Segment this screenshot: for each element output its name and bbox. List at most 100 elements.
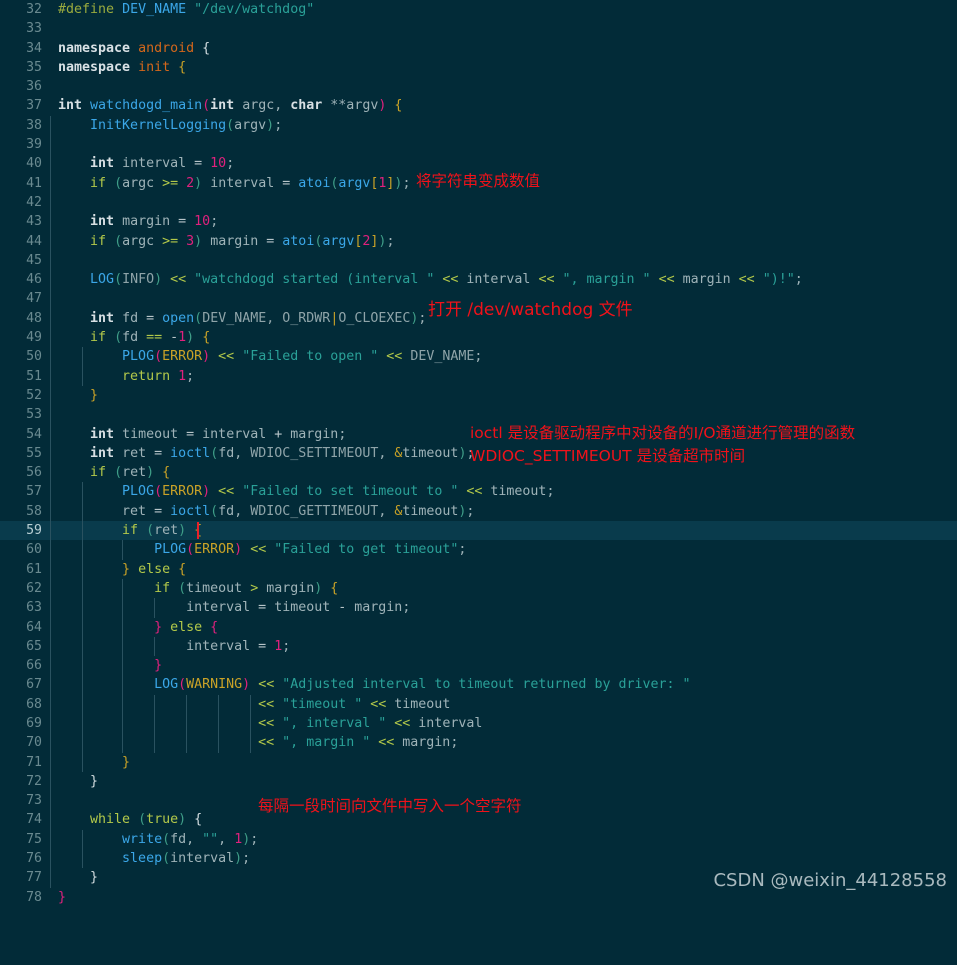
line-content: if (argc >= 2) interval = atoi(argv[1]); (90, 175, 411, 191)
code-line[interactable]: 64 } else { (0, 617, 957, 637)
line-content: InitKernelLogging(argv); (90, 117, 283, 133)
code-line[interactable]: 63 interval = timeout - margin; (0, 598, 957, 618)
line-number: 46 (26, 272, 42, 288)
code-line[interactable]: 42 (0, 192, 957, 213)
line-content: } else { (154, 619, 219, 635)
code-line[interactable]: 40 int interval = 10; (0, 154, 957, 174)
code-line[interactable]: 70 << ", margin " << margin; (0, 733, 957, 753)
code-line[interactable]: 45 (0, 250, 957, 271)
line-content: int timeout = interval + margin; (90, 426, 347, 442)
line-content: << "timeout " << timeout (258, 696, 451, 712)
line-content: LOG(INFO) << "watchdogd started (interva… (90, 272, 803, 288)
line-content: LOG(WARNING) << "Adjusted interval to ti… (154, 677, 691, 693)
line-number: 41 (26, 175, 42, 191)
code-line[interactable]: 65 interval = 1; (0, 636, 957, 657)
code-line[interactable]: 53 (0, 405, 957, 425)
line-content: PLOG(ERROR) << "Failed to set timeout to… (122, 484, 555, 500)
code-line[interactable]: 34 namespace android { (0, 39, 957, 58)
line-content: if (timeout > margin) { (154, 580, 339, 596)
code-line[interactable]: 57 PLOG(ERROR) << "Failed to set timeout… (0, 482, 957, 502)
line-content: } (90, 773, 99, 789)
line-number: 74 (26, 812, 42, 828)
code-line[interactable]: 32 #define DEV_NAME "/dev/watchdog" (0, 0, 957, 19)
line-number: 32 (26, 2, 42, 17)
line-content: << ", interval " << interval (258, 715, 483, 731)
csdn-watermark: CSDN @weixin_44128558 (713, 870, 947, 891)
line-content: interval = 1; (186, 638, 291, 654)
line-number: 71 (26, 754, 42, 770)
line-number: 42 (26, 194, 42, 210)
line-number: 51 (26, 368, 42, 384)
line-content: int watchdogd_main(int argc, char **argv… (58, 98, 403, 114)
code-line[interactable]: 37 int watchdogd_main(int argc, char **a… (0, 96, 957, 115)
line-number: 47 (26, 291, 42, 307)
code-line[interactable]: 72 } (0, 771, 957, 792)
code-line[interactable]: 68 << "timeout " << timeout (0, 694, 957, 714)
line-content: if (ret) { (90, 465, 171, 481)
line-number: 72 (26, 773, 42, 789)
line-number: 60 (26, 542, 42, 558)
line-number: 69 (26, 715, 42, 731)
code-line[interactable]: 39 (0, 135, 957, 155)
line-number: 68 (26, 696, 42, 712)
line-number: 62 (26, 580, 42, 596)
line-content: if (fd == -1) { (90, 330, 211, 346)
annotation-wdioc-settimeout: WDIOC_SETTIMEOUT 是设备超市时间 (470, 447, 746, 465)
line-content: if (argc >= 3) margin = atoi(argv[2]); (90, 233, 395, 249)
line-number: 44 (26, 233, 42, 249)
line-number: 55 (26, 445, 42, 461)
line-number: 56 (26, 465, 42, 481)
code-line[interactable]: 35 namespace init { (0, 58, 957, 77)
line-number: 65 (26, 638, 42, 654)
line-content: } (58, 889, 67, 905)
code-line[interactable]: 38 InitKernelLogging(argv); (0, 115, 957, 136)
line-content: } (90, 387, 99, 403)
code-line[interactable]: 49 if (fd == -1) { (0, 328, 957, 348)
line-content: int fd = open(DEV_NAME, O_RDWR|O_CLOEXEC… (90, 310, 427, 326)
line-content: namespace android { (58, 40, 211, 56)
code-line[interactable]: 51 return 1; (0, 366, 957, 386)
code-editor[interactable]: 32 #define DEV_NAME "/dev/watchdog" 33 3… (0, 0, 957, 905)
line-content: while (true) { (90, 812, 203, 828)
line-number: 50 (26, 349, 42, 365)
line-content: } (122, 754, 131, 770)
line-content: << ", margin " << margin; (258, 735, 459, 751)
code-line[interactable]: 52 } (0, 385, 957, 406)
line-content: } (90, 870, 99, 886)
line-number: 52 (26, 387, 42, 403)
code-line[interactable]: 50 PLOG(ERROR) << "Failed to open " << D… (0, 347, 957, 367)
code-line[interactable]: 76 sleep(interval); (0, 849, 957, 869)
line-content: ret = ioctl(fd, WDIOC_GETTIMEOUT, &timeo… (122, 503, 475, 519)
code-line[interactable]: 33 (0, 19, 957, 38)
line-number: 43 (26, 214, 42, 230)
code-line-current[interactable]: 59 if (ret) { (0, 521, 957, 541)
line-content: sleep(interval); (122, 851, 251, 867)
code-line[interactable]: 75 write(fd, "", 1); (0, 829, 957, 850)
line-number: 64 (26, 619, 42, 635)
line-number: 48 (26, 310, 42, 326)
code-line[interactable]: 71 } (0, 752, 957, 772)
line-content: } (154, 658, 163, 674)
code-line[interactable]: 62 if (timeout > margin) { (0, 578, 957, 599)
line-content: write(fd, "", 1); (122, 831, 259, 847)
line-number: 39 (26, 137, 42, 153)
code-line[interactable]: 66 } (0, 656, 957, 676)
annotation-ioctl-description: ioctl 是设备驱动程序中对设备的I/O通道进行管理的函数 (470, 424, 856, 442)
line-number: 58 (26, 503, 42, 519)
code-line[interactable]: 69 << ", interval " << interval (0, 713, 957, 734)
code-line[interactable]: 60 PLOG(ERROR) << "Failed to get timeout… (0, 540, 957, 560)
code-line[interactable]: 58 ret = ioctl(fd, WDIOC_GETTIMEOUT, &ti… (0, 501, 957, 522)
code-line[interactable]: 36 (0, 77, 957, 96)
line-number: 78 (26, 889, 42, 905)
line-number: 73 (26, 793, 42, 809)
code-line[interactable]: 61 } else { (0, 559, 957, 579)
code-line[interactable]: 43 int margin = 10; (0, 212, 957, 232)
line-number: 35 (26, 59, 42, 75)
line-number: 59 (26, 523, 42, 539)
line-number: 34 (26, 40, 42, 56)
code-line[interactable]: 44 if (argc >= 3) margin = atoi(argv[2])… (0, 231, 957, 251)
line-content: if (ret) { (122, 523, 202, 539)
code-line[interactable]: 67 LOG(WARNING) << "Adjusted interval to… (0, 675, 957, 695)
line-content: #define DEV_NAME "/dev/watchdog" (58, 2, 315, 17)
code-line[interactable]: 46 LOG(INFO) << "watchdogd started (inte… (0, 270, 957, 290)
